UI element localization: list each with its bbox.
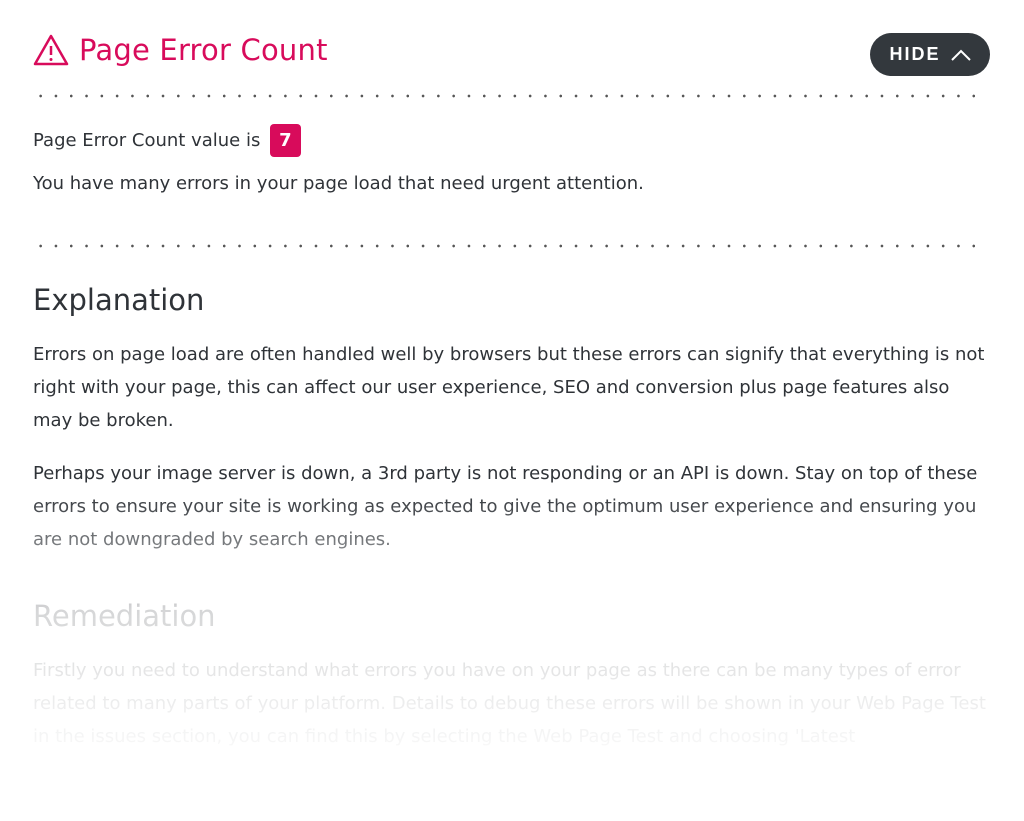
- warning-triangle-icon: [33, 34, 69, 66]
- explanation-paragraph: Errors on page load are often handled we…: [33, 344, 985, 431]
- chevron-up-icon: [950, 49, 971, 61]
- value-badge: 7: [270, 124, 301, 157]
- explanation-paragraph: Perhaps your image server is down, a 3rd…: [33, 463, 978, 550]
- section-header: Page Error Count HIDE: [33, 33, 990, 77]
- title-text: Page Error Count: [79, 33, 328, 67]
- remediation-paragraph: Firstly you need to understand what erro…: [33, 660, 986, 747]
- remediation-heading: Remediation: [33, 599, 216, 633]
- value-line: Page Error Count value is 7: [33, 124, 644, 157]
- summary: Page Error Count value is 7 You have man…: [33, 124, 644, 212]
- hide-label: HIDE: [889, 44, 941, 64]
- hide-button[interactable]: HIDE: [870, 33, 990, 76]
- value-label: Page Error Count value is: [33, 130, 261, 151]
- page-title: Page Error Count: [33, 33, 990, 67]
- divider: [33, 244, 980, 248]
- summary-message: You have many errors in your page load t…: [33, 173, 644, 194]
- divider: [33, 94, 980, 98]
- explanation-heading: Explanation: [33, 283, 205, 317]
- details: Explanation Errors on page load are ofte…: [33, 280, 993, 773]
